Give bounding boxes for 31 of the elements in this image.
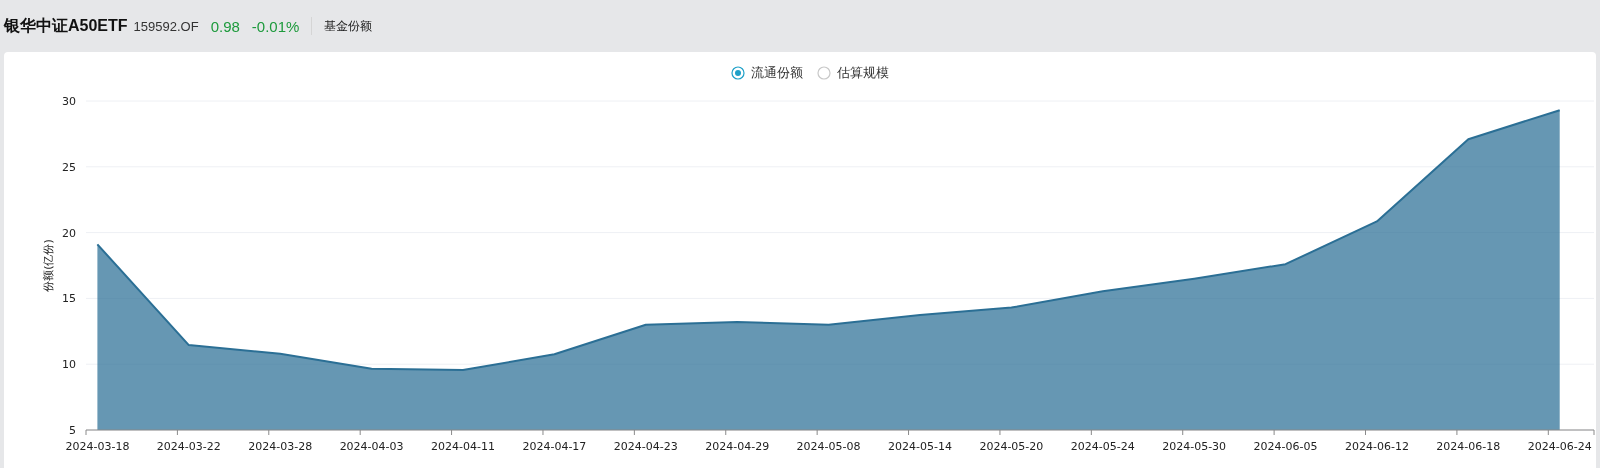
- axis-label: 2024-06-18: [1436, 440, 1501, 453]
- axis-title: 份额(亿份): [42, 239, 55, 292]
- axis-label: 2024-04-23: [613, 440, 678, 453]
- axis-label: 10: [62, 358, 76, 372]
- axis-label: 2024-05-30: [1162, 440, 1227, 453]
- price-change: -0.01%: [251, 17, 300, 35]
- axis-label: 20: [62, 226, 76, 240]
- fund-code: 159592.OF: [133, 18, 199, 34]
- axis-label: 2024-03-18: [65, 440, 130, 453]
- axis-label: 2024-03-22: [156, 440, 221, 453]
- axis-label: 2024-04-29: [705, 440, 770, 453]
- axis-label: 30: [62, 95, 76, 108]
- axis-label: 2024-06-24: [1527, 440, 1592, 453]
- legend-radio[interactable]: 估算规模: [817, 64, 889, 82]
- axis-label: 2024-03-28: [248, 440, 313, 453]
- axis-label: 2024-04-03: [339, 440, 404, 453]
- axis-label: 2024-05-20: [979, 440, 1044, 453]
- fund-title: 银华中证A50ETF: [4, 15, 128, 36]
- legend-radio[interactable]: 流通份额: [731, 64, 803, 82]
- axis-label: 25: [62, 160, 76, 174]
- axis-label: 5: [69, 424, 76, 437]
- axis-label: 2024-04-11: [431, 440, 495, 453]
- axis-label: 2024-05-08: [796, 440, 861, 453]
- axis-label: 15: [62, 292, 76, 306]
- axis-label: 2024-05-24: [1070, 440, 1135, 453]
- axis-label: 2024-04-17: [522, 440, 587, 453]
- section-tab[interactable]: 基金份额: [324, 17, 373, 35]
- axis-label: 2024-05-14: [888, 440, 952, 453]
- axis-label: 2024-06-12: [1344, 440, 1409, 453]
- price-value: 0.98: [210, 17, 240, 35]
- axis-label: 2024-06-05: [1253, 440, 1318, 453]
